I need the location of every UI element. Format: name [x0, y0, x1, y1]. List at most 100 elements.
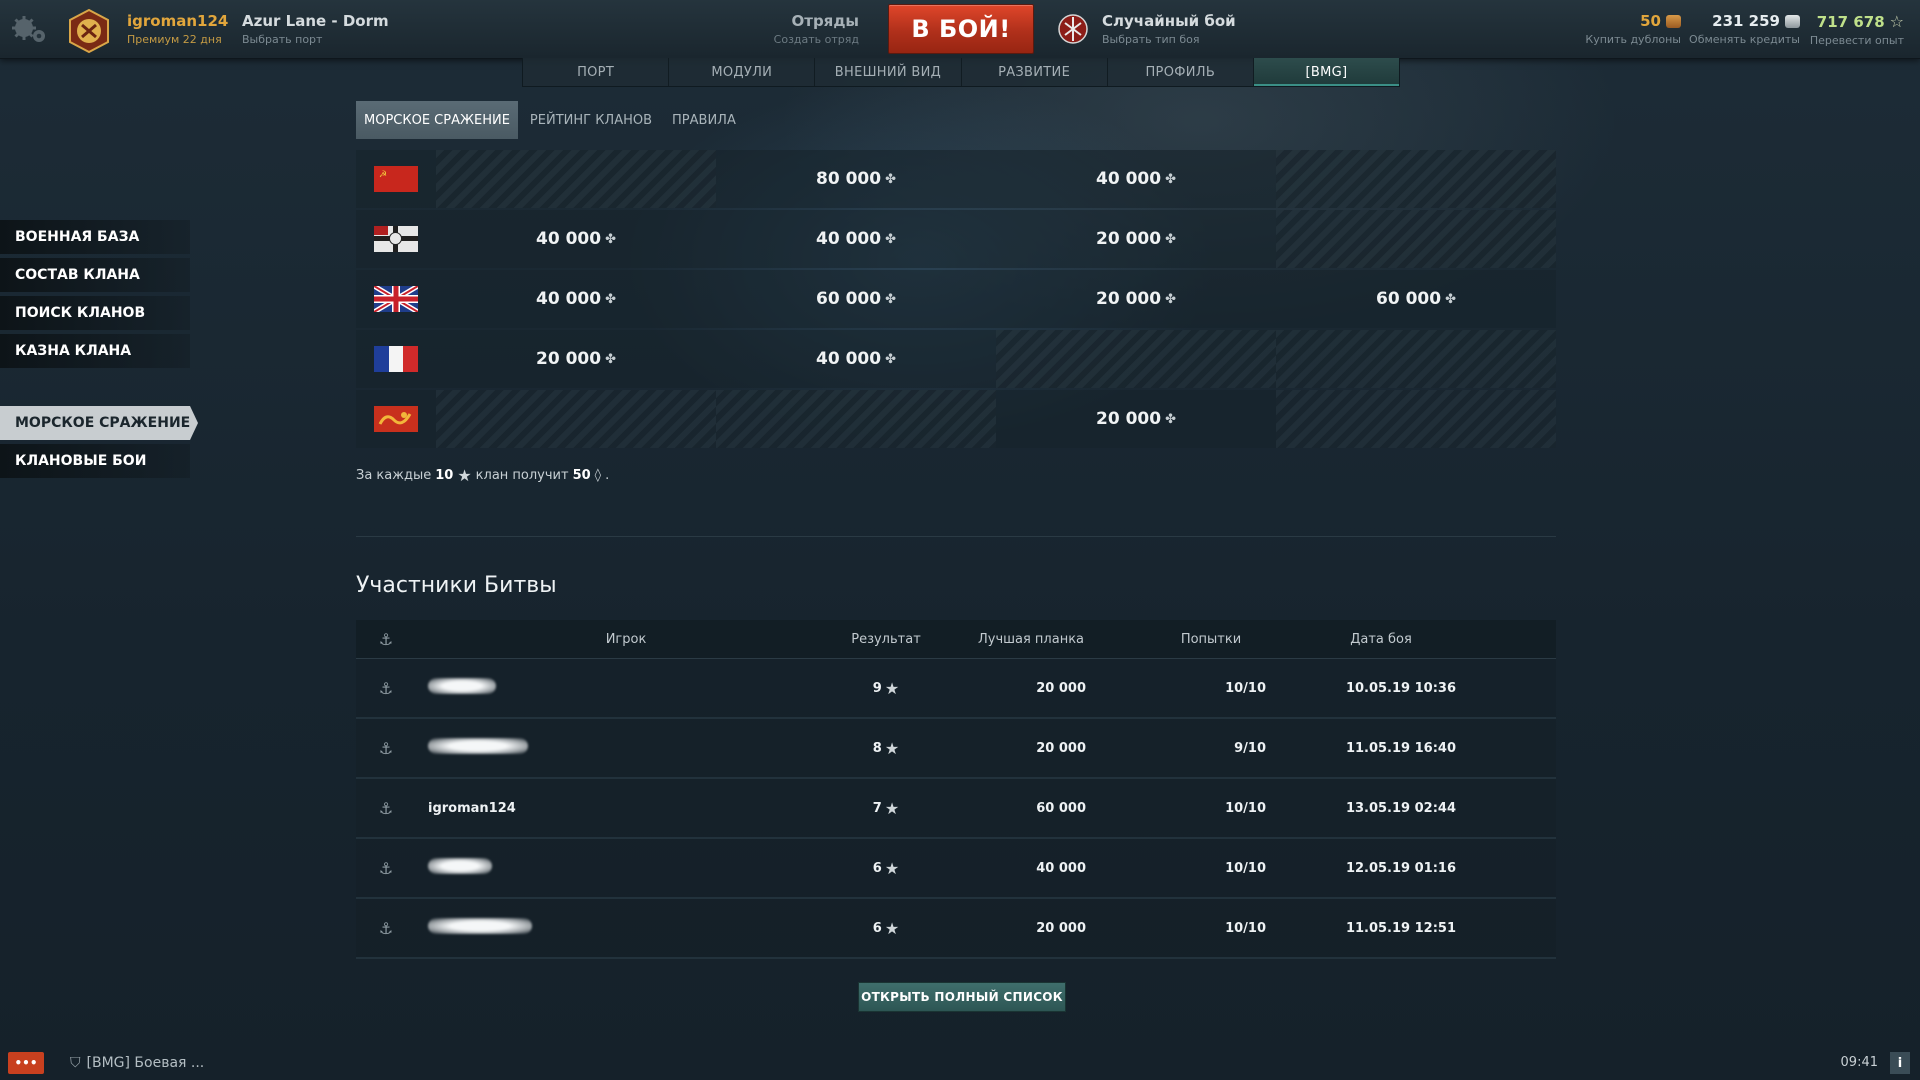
- tries-value: 10/10: [1225, 680, 1266, 696]
- player-cell[interactable]: [416, 858, 836, 878]
- battle-mode-selector[interactable]: Случайный бой Выбрать тип боя: [1102, 12, 1236, 46]
- table-row[interactable]: ⚓ 8 ★ 20 000 9/10 11.05.19 16:40: [356, 719, 1556, 779]
- reward-empty: [716, 390, 996, 448]
- result-cell: 6 ★: [836, 919, 936, 938]
- reward-amount: 60 000: [816, 289, 882, 309]
- tab-clan[interactable]: [BMG]: [1253, 58, 1400, 86]
- anchor-icon[interactable]: ⚓: [356, 630, 416, 649]
- settings-gear-icon[interactable]: [8, 10, 50, 48]
- result-cell: 7 ★: [836, 799, 936, 818]
- reward-value: 40 000 ✤: [716, 330, 996, 388]
- squad-hint: Создать отряд: [773, 33, 859, 46]
- tab-profile[interactable]: ПРОФИЛЬ: [1108, 58, 1254, 86]
- player-cell[interactable]: [416, 918, 836, 938]
- reward-note: За каждые 10 ★ клан получит 50 ◊ .: [356, 466, 609, 485]
- table-row[interactable]: ⚓ igroman124 7 ★ 60 000 10/10 13.05.19 02:44: [356, 779, 1556, 839]
- clan-shield-icon: ⛉: [70, 1055, 81, 1071]
- sidebar-item-military-base[interactable]: ВОЕННАЯ БАЗА: [0, 220, 190, 254]
- germany-flag-icon: [356, 210, 436, 268]
- naval-battle-subtabs: МОРСКОЕ СРАЖЕНИЕ РЕЙТИНГ КЛАНОВ ПРАВИЛА: [356, 101, 748, 139]
- tab-modules[interactable]: МОДУЛИ: [669, 58, 816, 86]
- sidebar-item-clan-members[interactable]: СОСТАВ КЛАНА: [0, 258, 190, 292]
- player-cell[interactable]: [416, 738, 836, 758]
- clan-emblem-icon[interactable]: [66, 8, 112, 54]
- credits-counter[interactable]: 231 259 Обменять кредиты: [1689, 12, 1800, 46]
- oil-resource-icon: ✤: [605, 231, 616, 247]
- random-battle-icon[interactable]: [1057, 13, 1089, 45]
- open-full-list-button[interactable]: ОТКРЫТЬ ПОЛНЫЙ СПИСОК: [858, 982, 1066, 1012]
- reward-amount: 40 000: [536, 229, 602, 249]
- player-cell[interactable]: igroman124: [416, 801, 836, 816]
- player-cell[interactable]: [416, 678, 836, 698]
- port-name: Azur Lane - Dorm: [242, 12, 389, 30]
- oil-resource-icon: ✤: [1445, 291, 1456, 307]
- note-prefix: За каждые: [356, 468, 432, 483]
- header-player[interactable]: Игрок: [416, 632, 836, 647]
- squad-button[interactable]: Отряды Создать отряд: [774, 12, 859, 46]
- oil-resource-icon: ✤: [885, 351, 896, 367]
- subtab-rules[interactable]: ПРАВИЛА: [664, 101, 744, 139]
- reward-amount: 40 000: [1096, 169, 1162, 189]
- doubloons-counter[interactable]: 50 Купить дублоны: [1585, 12, 1681, 46]
- date-value: 10.05.19 10:36: [1345, 680, 1456, 696]
- chat-button[interactable]: •••: [8, 1052, 44, 1074]
- table-row[interactable]: ⚓ 9 ★ 20 000 10/10 10.05.19 10:36: [356, 659, 1556, 719]
- reward-value: 80 000 ✤: [716, 150, 996, 208]
- subtab-clan-rating[interactable]: РЕЙТИНГ КЛАНОВ: [522, 101, 660, 139]
- chat-channel[interactable]: ⛉ [BMG] Боевая ...: [70, 1055, 204, 1071]
- free-xp-counter[interactable]: 717 678 ☆ Перевести опыт: [1810, 12, 1904, 47]
- info-button[interactable]: i: [1890, 1052, 1910, 1074]
- premium-status: Премиум 22 дня: [127, 33, 222, 46]
- tab-appearance[interactable]: ВНЕШНИЙ ВИД: [815, 58, 962, 86]
- france-flag-icon: [356, 330, 436, 388]
- sidebar-clan-menu: ВОЕННАЯ БАЗА СОСТАВ КЛАНА ПОИСК КЛАНОВ К…: [0, 220, 200, 372]
- section-divider: [356, 536, 1556, 537]
- doubloon-icon: [1666, 14, 1681, 28]
- reward-amount: 20 000: [1096, 289, 1162, 309]
- result-value: 6: [872, 860, 882, 876]
- user-info[interactable]: igroman124 Премиум 22 дня: [127, 12, 228, 46]
- star-icon: ★: [884, 918, 900, 938]
- ussr-flag-icon: ☭: [356, 150, 436, 208]
- header-date[interactable]: Дата боя: [1296, 632, 1466, 647]
- sidebar-item-clan-battles[interactable]: КЛАНОВЫЕ БОИ: [0, 444, 190, 478]
- best-value: 20 000: [1036, 740, 1086, 756]
- table-row[interactable]: ⚓ 6 ★ 40 000 10/10 12.05.19 01:16: [356, 839, 1556, 899]
- reward-value: 40 000 ✤: [436, 270, 716, 328]
- port-hint: Выбрать порт: [242, 33, 323, 46]
- result-value: 9: [872, 680, 882, 696]
- result-cell: 9 ★: [836, 679, 936, 698]
- table-row[interactable]: ⚓ 6 ★ 20 000 10/10 11.05.19 12:51: [356, 899, 1556, 959]
- sidebar-battle-menu: МОРСКОЕ СРАЖЕНИЕ КЛАНОВЫЕ БОИ: [0, 406, 200, 482]
- reward-row: 20 000 ✤ 40 000 ✤: [356, 330, 1556, 388]
- tab-development[interactable]: РАЗВИТИЕ: [962, 58, 1108, 86]
- subtab-naval-battle[interactable]: МОРСКОЕ СРАЖЕНИЕ: [356, 101, 518, 139]
- reward-row: ☭ 80 000 ✤ 40 000 ✤: [356, 150, 1556, 208]
- sidebar-item-naval-battle[interactable]: МОРСКОЕ СРАЖЕНИЕ: [0, 406, 198, 440]
- reward-empty: [1276, 390, 1556, 448]
- star-icon: ★: [884, 678, 900, 698]
- participants-title: Участники Битвы: [356, 573, 557, 598]
- reward-empty: [1276, 150, 1556, 208]
- header-result[interactable]: Результат: [836, 632, 936, 647]
- sidebar-item-clan-treasury[interactable]: КАЗНА КЛАНА: [0, 334, 190, 368]
- nation-reward-grid: ☭ 80 000 ✤ 40 000 ✤ 40 000 ✤ 40 000 ✤ 20 000 ✤ 40 0…: [356, 150, 1556, 450]
- tries-value: 9/10: [1234, 740, 1266, 756]
- free-xp-value: 717 678: [1816, 12, 1885, 31]
- header-best[interactable]: Лучшая планка: [936, 632, 1126, 647]
- result-value: 6: [872, 920, 882, 936]
- battle-button[interactable]: В БОЙ!: [888, 4, 1034, 54]
- participants-table: ⚓ Игрок Результат Лучшая планка Попытки …: [356, 620, 1556, 959]
- reward-empty: [436, 150, 716, 208]
- reward-amount: 20 000: [536, 349, 602, 369]
- participants-header: ⚓ Игрок Результат Лучшая планка Попытки …: [356, 620, 1556, 659]
- header-tries[interactable]: Попытки: [1126, 632, 1296, 647]
- sidebar-item-clan-search[interactable]: ПОИСК КЛАНОВ: [0, 296, 190, 330]
- tab-port[interactable]: ПОРТ: [523, 58, 670, 86]
- port-selector[interactable]: Azur Lane - Dorm Выбрать порт: [242, 12, 389, 46]
- hidden-player-name: [428, 738, 528, 754]
- reward-amount: 20 000: [1096, 409, 1162, 429]
- oil-resource-icon: ✤: [605, 351, 616, 367]
- squad-title: Отряды: [791, 12, 860, 30]
- reward-amount: 40 000: [536, 289, 602, 309]
